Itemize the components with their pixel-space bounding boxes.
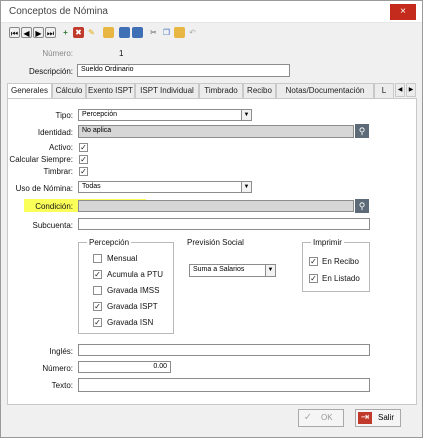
mensual-label: Mensual	[107, 254, 138, 263]
window-title: Conceptos de Nómina	[9, 6, 108, 17]
ok-button-label: OK	[321, 413, 333, 422]
tab-timbrado[interactable]: Timbrado	[199, 83, 243, 99]
condicion-field[interactable]	[78, 200, 354, 212]
uso-nomina-label: Uso de Nómina:	[15, 184, 73, 193]
open-folder-icon[interactable]	[103, 27, 114, 38]
toolbar: ⏮ ◀ ▶ ⏭ + ✖ ✎ ✂ ❐ ↶	[7, 25, 417, 43]
paste-icon[interactable]	[174, 27, 185, 38]
tab-exento-ispt[interactable]: Exento ISPT	[86, 83, 135, 99]
chevron-down-icon: ▼	[265, 265, 275, 276]
title-bar: Conceptos de Nómina ×	[1, 1, 422, 23]
tipo-label: Tipo:	[55, 111, 74, 120]
salir-button-label: Salir	[378, 413, 395, 422]
last-record-icon[interactable]: ⏭	[45, 27, 56, 38]
numero-value: 1	[119, 49, 124, 58]
salir-button[interactable]: ⇥ Salir	[355, 409, 401, 427]
calcular-siempre-label: Calcular Siempre:	[9, 155, 73, 164]
gravada-ispt-label: Gravada ISPT	[107, 302, 158, 311]
tab-ispt-individual[interactable]: ISPT Individual	[135, 83, 199, 99]
texto-input[interactable]	[78, 378, 370, 392]
chevron-down-icon: ▼	[241, 110, 251, 120]
uso-nomina-select-value: Todas	[82, 183, 101, 190]
en-recibo-checkbox[interactable]: ✓	[309, 257, 318, 266]
delete-icon[interactable]: ✖	[73, 27, 84, 38]
identidad-label: Identidad:	[37, 128, 73, 137]
prevision-social-title: Previsión Social	[185, 238, 246, 247]
calcular-siempre-checkbox[interactable]: ✓	[79, 155, 88, 164]
tab-scroll-right-icon[interactable]: ▶	[406, 83, 416, 97]
imprimir-group-title: Imprimir	[311, 238, 344, 247]
subcuenta-label: Subcuenta:	[32, 221, 73, 230]
gravada-ispt-checkbox[interactable]: ✓	[93, 302, 102, 311]
mensual-checkbox[interactable]	[93, 254, 102, 263]
gravada-imss-checkbox[interactable]	[93, 286, 102, 295]
next-record-icon[interactable]: ▶	[33, 27, 44, 38]
prevision-social-group: Previsión Social Suma a Salarios ▼	[184, 238, 293, 282]
percepcion-group-title: Percepción	[87, 238, 132, 247]
tab-strip: Generales Cálculo Exento ISPT ISPT Indiv…	[7, 83, 417, 100]
en-listado-label: En Listado	[322, 274, 360, 283]
print-preview-icon[interactable]	[132, 27, 143, 38]
uso-nomina-select[interactable]: Todas ▼	[78, 181, 252, 193]
cut-icon[interactable]: ✂	[148, 27, 159, 38]
ingles-input[interactable]	[78, 344, 370, 356]
timbrar-checkbox[interactable]: ✓	[79, 167, 88, 176]
numero-label: Número:	[42, 49, 73, 58]
tab-more[interactable]: L	[374, 83, 394, 99]
tab-calculo[interactable]: Cálculo	[52, 83, 86, 99]
first-record-icon[interactable]: ⏮	[9, 27, 20, 38]
ok-button[interactable]: ✓ OK	[298, 409, 344, 427]
tab-recibo[interactable]: Recibo	[243, 83, 276, 99]
subcuenta-input[interactable]	[78, 218, 370, 230]
tipo-select-value: Percepción	[82, 111, 118, 118]
previous-record-icon[interactable]: ◀	[21, 27, 32, 38]
numero-field-label: Número:	[42, 364, 73, 373]
exit-door-icon: ⇥	[358, 412, 372, 424]
descripcion-label: Descripción:	[28, 67, 73, 76]
en-listado-checkbox[interactable]: ✓	[309, 274, 318, 283]
texto-label: Texto:	[51, 381, 73, 390]
prevision-social-select[interactable]: Suma a Salarios ▼	[189, 264, 276, 277]
en-recibo-label: En Recibo	[322, 257, 359, 266]
acumula-ptu-label: Acumula a PTU	[107, 270, 164, 279]
percepcion-group: Percepción Mensual ✓ Acumula a PTU Grava…	[78, 238, 174, 334]
activo-label: Activo:	[48, 143, 73, 152]
search-icon[interactable]: ⚲	[355, 124, 369, 138]
generales-panel: Tipo: Percepción ▼ Identidad: No aplica …	[7, 98, 417, 405]
search-icon[interactable]: ⚲	[355, 199, 369, 213]
timbrar-label: Timbrar:	[43, 167, 73, 176]
close-icon[interactable]: ×	[390, 4, 416, 20]
descripcion-input[interactable]: Sueldo Ordinario	[77, 64, 290, 77]
chevron-down-icon: ▼	[241, 182, 251, 192]
activo-checkbox[interactable]: ✓	[79, 143, 88, 152]
imprimir-group: Imprimir ✓ En Recibo ✓ En Listado	[302, 238, 370, 292]
copy-icon[interactable]: ❐	[161, 27, 172, 38]
gravada-isn-label: Gravada ISN	[107, 318, 154, 327]
tab-scroll-left-icon[interactable]: ◀	[395, 83, 405, 97]
ingles-label: Inglés:	[49, 347, 73, 356]
prevision-social-value: Suma a Salarios	[193, 266, 245, 273]
numero-input[interactable]: 0.00	[78, 361, 171, 373]
identidad-field[interactable]: No aplica	[78, 125, 354, 138]
gravada-imss-label: Gravada IMSS	[107, 286, 160, 295]
checkmark-icon: ✓	[303, 412, 313, 423]
undo-icon[interactable]: ↶	[187, 27, 198, 38]
window: Conceptos de Nómina × ⏮ ◀ ▶ ⏭ + ✖ ✎ ✂ ❐ …	[0, 0, 423, 438]
tab-notas-documentacion[interactable]: Notas/Documentación	[276, 83, 374, 99]
edit-icon[interactable]: ✎	[86, 27, 97, 38]
condicion-label: Condición:	[35, 202, 73, 211]
print-icon[interactable]	[119, 27, 130, 38]
acumula-ptu-checkbox[interactable]: ✓	[93, 270, 102, 279]
add-icon[interactable]: +	[60, 27, 71, 38]
gravada-isn-checkbox[interactable]: ✓	[93, 318, 102, 327]
tipo-select[interactable]: Percepción ▼	[78, 109, 252, 121]
